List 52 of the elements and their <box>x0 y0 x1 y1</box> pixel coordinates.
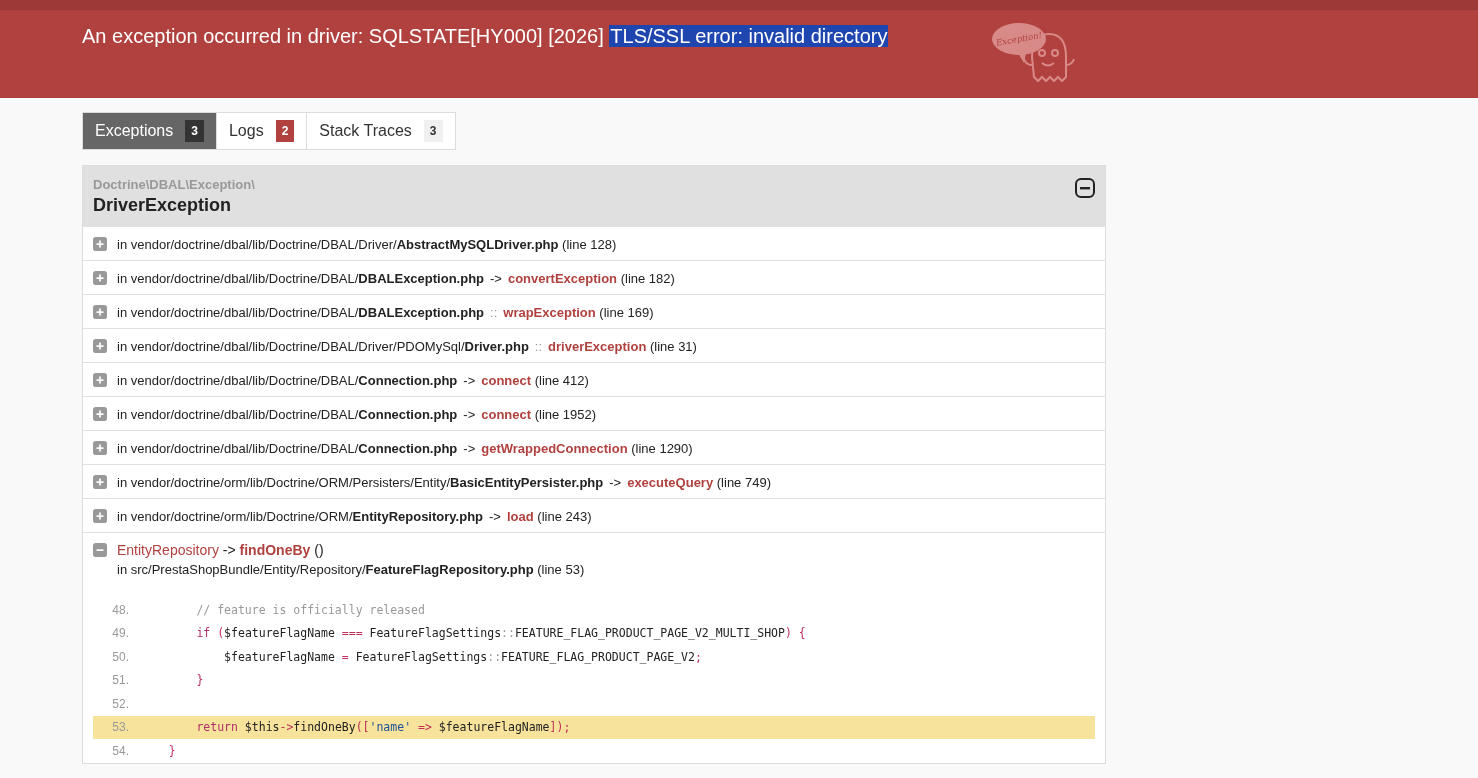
expand-icon[interactable] <box>93 305 107 319</box>
expand-icon[interactable] <box>93 441 107 455</box>
expand-icon[interactable] <box>93 475 107 489</box>
expand-icon[interactable] <box>93 271 107 285</box>
tab[interactable]: Stack Traces 3 <box>307 112 456 150</box>
line-number: 52. <box>111 696 129 711</box>
frame-location: in src/PrestaShopBundle/Entity/Repository/FeatureFlagRepository.php (line 53) <box>117 561 586 578</box>
frame-location: in vendor/doctrine/dbal/lib/Doctrine/DBAL/Connection.php -> connect (line 412) <box>117 372 590 389</box>
stack-frame-row[interactable]: in vendor/doctrine/dbal/lib/Doctrine/DBAL/Connection.php -> connect (line 1952) <box>83 396 1105 430</box>
line-number: 49. <box>111 626 129 641</box>
exception-message: An exception occurred in driver: SQLSTATE[HY000] [2026] TLS/SSL error: invalid directory <box>82 24 889 49</box>
expand-icon[interactable] <box>93 237 107 251</box>
tab[interactable]: Exceptions 3 <box>82 112 217 150</box>
stack-frame-row[interactable]: in vendor/doctrine/orm/lib/Doctrine/ORM/Persisters/Entity/BasicEntityPersister.php -> executeQuery (line 749) <box>83 464 1105 498</box>
stack-frame-row[interactable]: in vendor/doctrine/dbal/lib/Doctrine/DBAL/Driver/PDOMySql/Driver.php :: driverException (line 31) <box>83 328 1105 362</box>
exception-class: DriverException <box>93 195 233 216</box>
stack-frame-row[interactable]: in vendor/doctrine/dbal/lib/Doctrine/DBAL/DBALException.php -> convertException (line 182) <box>83 260 1105 294</box>
exception-namespace: Doctrine\DBAL\Exception\ <box>93 177 255 192</box>
tab[interactable]: Logs 2 <box>216 112 308 150</box>
frame-location: in vendor/doctrine/dbal/lib/Doctrine/DBAL/Connection.php -> getWrappedConnection (line 1290) <box>117 440 694 457</box>
code-text: } <box>167 743 176 758</box>
frame-location: in vendor/doctrine/dbal/lib/Doctrine/DBAL/Connection.php -> connect (line 1952) <box>117 406 598 423</box>
stack-frame-row[interactable]: in vendor/doctrine/dbal/lib/Doctrine/DBAL/DBALException.php :: wrapException (line 169) <box>83 294 1105 328</box>
count-badge: 2 <box>275 120 295 142</box>
collapse-icon[interactable] <box>1075 178 1095 198</box>
line-number: 50. <box>111 649 129 664</box>
stack-frame-row[interactable]: in vendor/doctrine/dbal/lib/Doctrine/DBAL/Driver/AbstractMySQLDriver.php (line 128) <box>83 226 1105 260</box>
count-badge: 3 <box>185 120 204 142</box>
frame-location: in vendor/doctrine/orm/lib/Doctrine/ORM/Persisters/Entity/BasicEntityPersister.php -> executeQuery (line 749) <box>117 474 772 491</box>
expand-icon[interactable] <box>93 373 107 387</box>
expand-icon[interactable] <box>93 339 107 353</box>
code-text: if ($featureFlagName === FeatureFlagSettings::FEATURE_FLAG_PRODUCT_PAGE_V2_MULTI_SHOP) { <box>195 626 806 641</box>
expand-icon[interactable] <box>93 509 107 523</box>
stack-frame-row[interactable]: in vendor/doctrine/dbal/lib/Doctrine/DBAL/Connection.php -> connect (line 412) <box>83 362 1105 396</box>
frame-location: in vendor/doctrine/dbal/lib/Doctrine/DBAL/DBALException.php -> convertException (line 182) <box>117 270 676 287</box>
count-badge: 3 <box>423 120 443 142</box>
code-text: } <box>195 673 204 688</box>
line-number: 51. <box>111 673 129 688</box>
expand-icon[interactable] <box>93 407 107 421</box>
frame-location: in vendor/doctrine/dbal/lib/Doctrine/DBAL/DBALException.php :: wrapException (line 169) <box>117 304 655 321</box>
line-number: 48. <box>111 602 129 617</box>
line-number: 54. <box>111 743 129 758</box>
frame-location: in vendor/doctrine/dbal/lib/Doctrine/DBAL/Driver/AbstractMySQLDriver.php (line 128) <box>117 236 618 253</box>
frame-call: EntityRepository -> findOneBy () <box>117 542 325 559</box>
stack-frame-row[interactable]: in vendor/doctrine/orm/lib/Doctrine/ORM/EntityRepository.php -> load (line 243) <box>83 498 1105 532</box>
line-number: 53. <box>111 720 129 735</box>
code-text: $featureFlagName = FeatureFlagSettings::FEATURE_FLAG_PRODUCT_PAGE_V2; <box>223 649 702 664</box>
frame-location: in vendor/doctrine/dbal/lib/Doctrine/DBAL/Driver/PDOMySql/Driver.php :: driverException (line 31) <box>117 338 698 355</box>
code-text: return $this->findOneBy(['name' => $featureFlagName]); <box>195 720 571 735</box>
stack-frame-row[interactable]: in vendor/doctrine/dbal/lib/Doctrine/DBAL/Connection.php -> getWrappedConnection (line 1290) <box>83 430 1105 464</box>
code-text: // feature is officially released <box>195 602 425 617</box>
frame-location: in vendor/doctrine/orm/lib/Doctrine/ORM/EntityRepository.php -> load (line 243) <box>117 508 593 525</box>
